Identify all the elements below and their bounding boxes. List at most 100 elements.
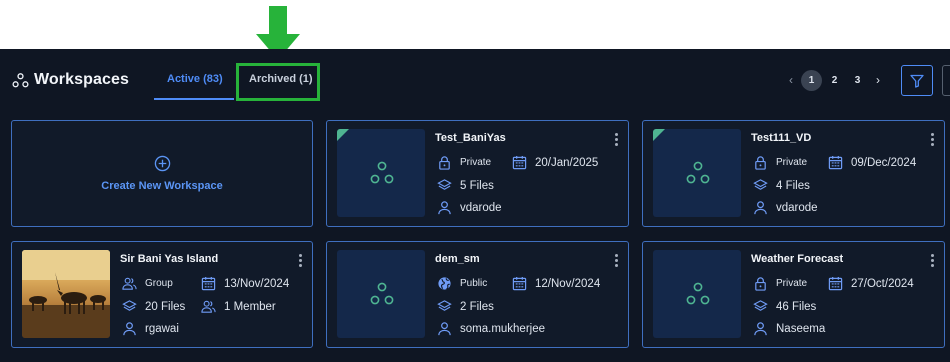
workspaces-app: Workspaces Active (83) Archived (1) ‹ 1 … xyxy=(0,49,950,362)
workspace-cluster-icon xyxy=(369,281,395,307)
workspace-card[interactable]: Sir Bani Yas Island Group 13/Nov/2024 20… xyxy=(11,241,313,348)
view-toggle-button[interactable] xyxy=(942,65,950,96)
workspace-cluster-icon xyxy=(685,281,711,307)
created-date: 13/Nov/2024 xyxy=(201,276,289,291)
globe-icon xyxy=(437,276,452,291)
visibility: Private xyxy=(753,155,807,170)
lock-icon xyxy=(753,155,768,170)
workspace-thumbnail xyxy=(653,250,741,338)
visibility-label: Private xyxy=(776,278,808,289)
lock-icon xyxy=(437,155,452,170)
members-label: 1 Member xyxy=(224,300,276,313)
owner-label: vdarode xyxy=(776,201,818,214)
workspace-name[interactable]: Weather Forecast xyxy=(751,253,843,265)
visibility-label: Private xyxy=(776,157,808,168)
files-label: 2 Files xyxy=(460,300,494,313)
active-tab-indicator xyxy=(154,98,234,100)
more-options-icon[interactable] xyxy=(614,254,618,268)
visibility: Private xyxy=(753,276,807,291)
owner: Naseema xyxy=(753,321,825,336)
more-options-icon[interactable] xyxy=(930,254,934,268)
date-label: 13/Nov/2024 xyxy=(224,277,290,290)
user-icon xyxy=(437,321,452,336)
page-2-button[interactable]: 2 xyxy=(824,70,845,91)
tab-active[interactable]: Active (83) xyxy=(167,73,223,85)
layers-icon xyxy=(753,299,768,314)
date-label: 09/Dec/2024 xyxy=(851,156,917,169)
owner-label: rgawai xyxy=(145,322,179,335)
visibility: Private xyxy=(437,155,491,170)
owner-label: vdarode xyxy=(460,201,502,214)
page-1-button[interactable]: 1 xyxy=(801,69,822,91)
visibility-label: Private xyxy=(460,157,492,168)
workspace-card[interactable]: dem_sm Public 12/Nov/2024 2 Files soma.m… xyxy=(326,241,629,348)
created-date: 20/Jan/2025 xyxy=(512,155,598,170)
workspace-card[interactable]: Test_BaniYas Private 20/Jan/2025 5 Files… xyxy=(326,120,629,227)
files-label: 4 Files xyxy=(776,179,810,192)
filter-icon xyxy=(910,74,924,88)
owner: rgawai xyxy=(122,321,179,336)
files-label: 20 Files xyxy=(145,300,186,313)
workspace-name[interactable]: dem_sm xyxy=(435,253,480,265)
owner: soma.mukherjee xyxy=(437,321,545,336)
workspace-card[interactable]: Weather Forecast Private 27/Oct/2024 46 … xyxy=(642,241,945,348)
more-options-icon[interactable] xyxy=(930,133,934,147)
visibility-label: Group xyxy=(145,278,173,289)
calendar-icon xyxy=(512,276,527,291)
user-icon xyxy=(122,321,137,336)
workspace-cluster-icon xyxy=(685,160,711,186)
page-3-button[interactable]: 3 xyxy=(847,70,868,91)
workspace-photo-thumbnail xyxy=(22,250,110,338)
pagination: ‹ 1 2 3 › xyxy=(783,69,886,91)
calendar-icon xyxy=(201,276,216,291)
user-icon xyxy=(753,200,768,215)
owner-label: Naseema xyxy=(776,322,826,335)
workspace-card[interactable]: Test111_VD Private 09/Dec/2024 4 Files v… xyxy=(642,120,945,227)
workspace-name[interactable]: Test_BaniYas xyxy=(435,132,506,144)
date-label: 12/Nov/2024 xyxy=(535,277,601,290)
created-date: 09/Dec/2024 xyxy=(828,155,916,170)
group-icon xyxy=(122,276,137,291)
group-icon xyxy=(201,299,216,314)
previous-page-icon[interactable]: ‹ xyxy=(783,69,799,91)
layers-icon xyxy=(437,299,452,314)
corner-ribbon xyxy=(337,129,349,141)
page-title: Workspaces xyxy=(34,71,129,88)
workspace-thumbnail xyxy=(337,250,425,338)
file-count: 20 Files xyxy=(122,299,185,314)
more-options-icon[interactable] xyxy=(298,254,302,268)
user-icon xyxy=(437,200,452,215)
member-count: 1 Member xyxy=(201,299,276,314)
date-label: 27/Oct/2024 xyxy=(851,277,914,290)
owner: vdarode xyxy=(437,200,502,215)
workspace-name[interactable]: Sir Bani Yas Island xyxy=(120,253,218,265)
date-label: 20/Jan/2025 xyxy=(535,156,599,169)
created-date: 27/Oct/2024 xyxy=(828,276,914,291)
workspace-thumbnail xyxy=(653,129,741,217)
calendar-icon xyxy=(828,155,843,170)
next-page-icon[interactable]: › xyxy=(870,69,886,91)
files-label: 46 Files xyxy=(776,300,817,313)
visibility-label: Public xyxy=(460,278,488,289)
owner-label: soma.mukherjee xyxy=(460,322,546,335)
workspaces-icon xyxy=(12,72,29,87)
filter-button[interactable] xyxy=(901,65,933,96)
archived-tab-highlight xyxy=(236,63,320,101)
layers-icon xyxy=(753,178,768,193)
file-count: 4 Files xyxy=(753,178,810,193)
layers-icon xyxy=(122,299,137,314)
workspace-name[interactable]: Test111_VD xyxy=(751,132,811,144)
create-workspace-card[interactable]: Create New Workspace xyxy=(11,120,313,227)
page-title-group: Workspaces xyxy=(12,71,129,89)
calendar-icon xyxy=(828,276,843,291)
layers-icon xyxy=(437,178,452,193)
file-count: 2 Files xyxy=(437,299,494,314)
owner: vdarode xyxy=(753,200,818,215)
calendar-icon xyxy=(512,155,527,170)
workspace-cluster-icon xyxy=(369,160,395,186)
more-options-icon[interactable] xyxy=(614,133,618,147)
header: Workspaces Active (83) Archived (1) ‹ 1 … xyxy=(0,49,950,111)
visibility: Public xyxy=(437,276,487,291)
create-workspace-label: Create New Workspace xyxy=(101,180,223,192)
workspace-thumbnail xyxy=(337,129,425,217)
